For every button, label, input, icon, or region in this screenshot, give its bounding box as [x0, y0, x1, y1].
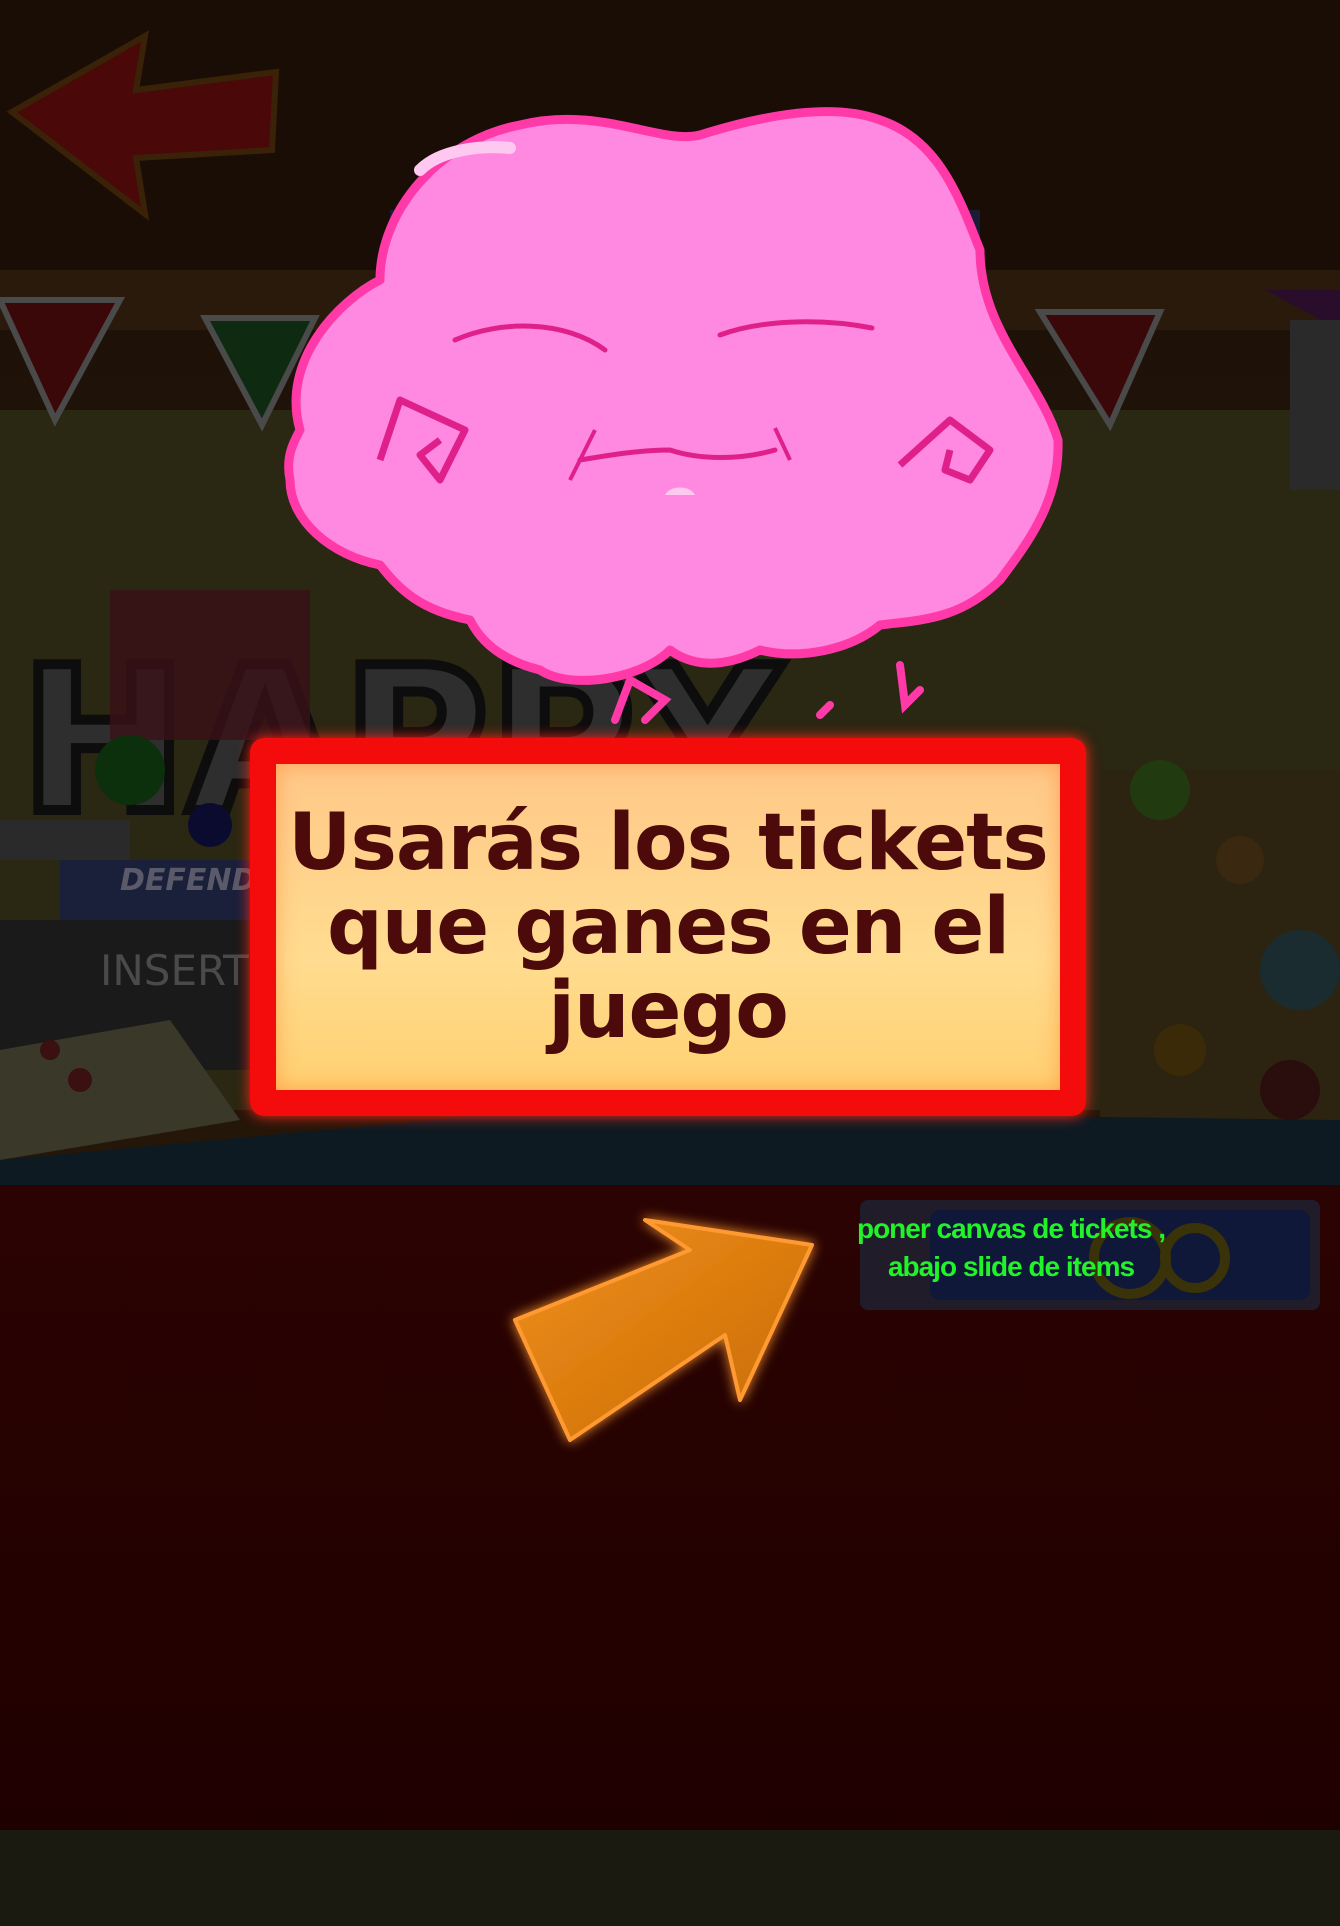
dev-note-label: poner canvas de tickets , abajo slide de… [856, 1213, 1166, 1282]
prize-shelves [1100, 760, 1340, 1160]
tutorial-dialog-box: Usarás los tickets que ganes en el juego [250, 738, 1086, 1116]
tutorial-message: Usarás los tickets que ganes en el juego [288, 798, 1049, 1056]
machine-label-insert: INSERT [100, 946, 249, 995]
